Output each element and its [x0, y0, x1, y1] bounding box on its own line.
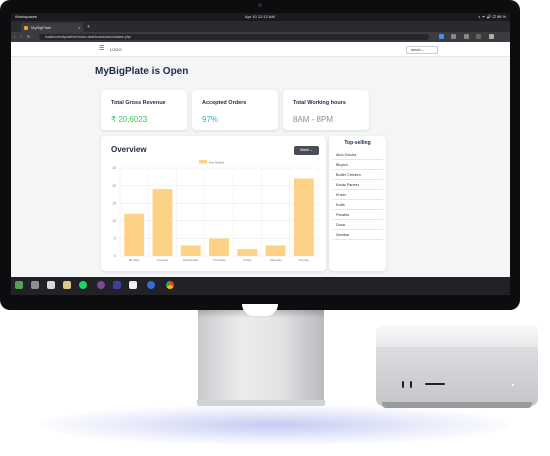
- y-tick-label: 10: [112, 219, 116, 223]
- os-top-bar: Workspaces Apr 10 12:12 AM ◐ ᯤ 🔊 ⏻ 98 %: [11, 13, 510, 21]
- screen: Workspaces Apr 10 12:12 AM ◐ ᯤ 🔊 ⏻ 98 % …: [11, 13, 510, 295]
- nav-buttons[interactable]: ‹ › ↻: [14, 32, 32, 42]
- x-tick-label: Wednesday: [183, 258, 199, 262]
- list-item[interactable]: Aloo Kulcha: [333, 150, 383, 160]
- close-tab-icon[interactable]: x: [78, 23, 80, 32]
- browser-tab[interactable]: MyBigPlate x: [21, 23, 83, 32]
- chart-bar: [124, 213, 145, 256]
- browser-icon[interactable]: [147, 281, 155, 289]
- chevron-down-icon: ⌄: [421, 48, 425, 52]
- top-selling-title: Top-selling: [344, 140, 371, 146]
- usb-port: [402, 381, 404, 388]
- admin-label: admin: [411, 48, 421, 52]
- x-tick-label: Monday: [129, 258, 140, 262]
- chart-bar: [265, 245, 286, 256]
- extension-icon[interactable]: [463, 34, 469, 39]
- chart-bar: [209, 238, 229, 256]
- spotify-icon[interactable]: [79, 281, 87, 289]
- computer-front: [376, 347, 538, 402]
- document-icon[interactable]: [129, 281, 137, 289]
- x-tick-label: Sunday: [299, 258, 310, 262]
- grid-icon[interactable]: [15, 281, 23, 289]
- x-tick-label: Saturday: [270, 258, 283, 262]
- camera: [258, 3, 262, 7]
- extension-icon[interactable]: [451, 34, 457, 39]
- y-tick-label: 25: [112, 166, 116, 170]
- card-value: 97%: [202, 115, 219, 124]
- extension-icon[interactable]: [476, 34, 482, 39]
- list-item[interactable]: Kheer: [333, 190, 383, 200]
- clock[interactable]: Apr 10 12:12 AM: [245, 13, 275, 21]
- computer-base: [382, 402, 532, 408]
- chart-bar: [237, 248, 258, 256]
- list-item[interactable]: Biryani: [333, 160, 383, 170]
- card-value: 8AM - 8PM: [293, 115, 334, 124]
- chart-bar: [152, 189, 173, 256]
- screenshot-icon[interactable]: [47, 281, 55, 289]
- menu-icon[interactable]: ☰: [99, 46, 104, 53]
- y-tick-label: 20: [112, 184, 116, 188]
- week-dropdown[interactable]: Week ⌄: [294, 146, 319, 155]
- folder-icon[interactable]: [63, 281, 71, 289]
- workspaces-label[interactable]: Workspaces: [15, 13, 37, 21]
- profile-icon[interactable]: [488, 34, 494, 39]
- card-slot: [425, 383, 445, 385]
- files-icon[interactable]: [31, 281, 39, 289]
- stand-foot: [197, 400, 325, 406]
- list-item[interactable]: Dosa: [333, 220, 383, 230]
- chevron-down-icon: ⌄: [309, 148, 313, 152]
- floor-shadow: [40, 405, 510, 445]
- legend-swatch: [199, 160, 207, 164]
- card-title: Total Working hours: [293, 100, 346, 106]
- x-tick-label: Tuesday: [157, 258, 169, 262]
- x-tick-label: Thursday: [213, 258, 226, 262]
- overview-title: Overview: [111, 145, 147, 154]
- system-tray[interactable]: ◐ ᯤ 🔊 ⏻ 98 %: [478, 13, 506, 21]
- new-tab-button[interactable]: +: [87, 23, 90, 32]
- revenue-card: Total Gross Revenue ₹ 20,6023: [101, 90, 187, 130]
- computer-top: [376, 325, 538, 347]
- favicon-icon: [24, 25, 28, 30]
- legend-label: # of Orders: [209, 160, 225, 164]
- list-item[interactable]: Butter Chicken: [333, 170, 383, 180]
- list-item[interactable]: Paratha: [333, 210, 383, 220]
- tab-bar: [11, 21, 510, 32]
- studio-icon[interactable]: [113, 281, 121, 289]
- chrome-icon[interactable]: [166, 281, 174, 289]
- usb-port: [410, 381, 412, 388]
- logo[interactable]: LOGO: [110, 47, 122, 53]
- card-title: Total Gross Revenue: [111, 100, 166, 106]
- power-led: [512, 384, 514, 386]
- orders-bar-chart: # of Orders 0 5 10 15 20 25 Monday Tuesday Wednes…: [112, 160, 319, 262]
- hours-card: Total Working hours 8AM - 8PM: [283, 90, 369, 130]
- card-value: ₹ 20,6023: [111, 115, 148, 124]
- list-item[interactable]: Sambar: [333, 230, 383, 240]
- orders-card: Accepted Orders 97%: [192, 90, 278, 130]
- list-item[interactable]: Kulfa: [333, 200, 383, 210]
- tab-title: MyBigPlate: [31, 25, 52, 30]
- x-tick-label: Friday: [243, 258, 252, 262]
- y-tick-label: 15: [112, 201, 116, 205]
- chart-bar: [180, 245, 201, 256]
- week-label: Week: [300, 148, 309, 152]
- chart-bar: [293, 178, 314, 256]
- list-item[interactable]: Kadai Paneer: [333, 180, 383, 190]
- monitor-stand: [198, 310, 324, 402]
- card-title: Accepted Orders: [202, 100, 247, 106]
- url-input[interactable]: localhost/mbp/admin/index-dashboard/admi…: [39, 34, 429, 40]
- top-selling-list: Aloo Kulcha Biryani Butter Chicken Kadai…: [333, 150, 383, 240]
- tor-icon[interactable]: [97, 281, 105, 289]
- y-tick-label: 0: [114, 254, 116, 258]
- admin-dropdown[interactable]: admin ⌄: [406, 46, 438, 54]
- page-title: MyBigPlate is Open: [95, 66, 189, 77]
- y-tick-label: 5: [114, 237, 116, 241]
- extension-icon[interactable]: [439, 34, 444, 39]
